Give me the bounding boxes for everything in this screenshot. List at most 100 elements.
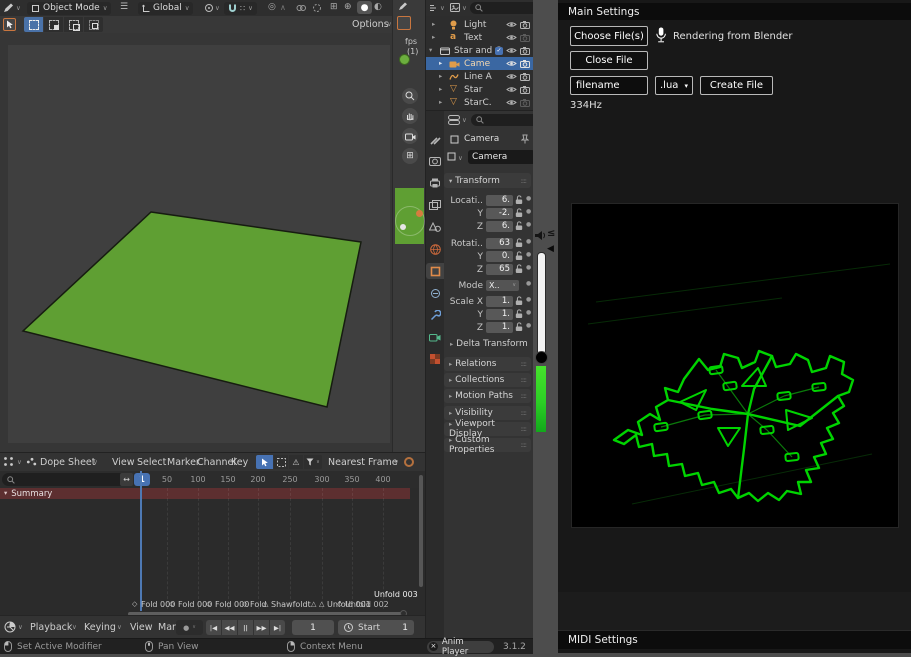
snap-mode-dropdown[interactable]: Nearest Frame	[328, 457, 398, 468]
animate-dot[interactable]: ●	[526, 309, 531, 316]
properties-search[interactable]	[471, 114, 534, 126]
snap-group[interactable]: ∷ ∨	[224, 2, 257, 15]
animate-dot[interactable]: ●	[526, 251, 531, 258]
properties-display-icon[interactable]	[448, 115, 460, 125]
only-selected-button[interactable]	[256, 455, 273, 469]
nav-gizmo[interactable]	[395, 206, 425, 236]
drag-handle[interactable]: ::::	[521, 177, 526, 185]
jump-end-button[interactable]: ▶|	[270, 620, 285, 635]
playhead[interactable]	[140, 471, 142, 611]
midi-settings-header[interactable]: MIDI Settings	[558, 630, 911, 649]
animate-dot[interactable]: ●	[526, 208, 531, 215]
lock-icon[interactable]	[515, 322, 523, 332]
outliner-row-line[interactable]: ▸ Line A	[426, 70, 534, 83]
proportional-edit-icon[interactable]: ◎	[268, 2, 276, 12]
value-field[interactable]: 0.	[486, 251, 513, 262]
marker-glyph[interactable]: ◇	[242, 601, 247, 608]
value-field[interactable]: 1.	[486, 322, 513, 333]
menu-key[interactable]: Key	[231, 457, 248, 468]
menu-select[interactable]: Select	[137, 457, 166, 468]
expand-channels-button[interactable]: ↔	[120, 473, 133, 486]
start-frame-field[interactable]: Start 1	[338, 620, 414, 635]
expand-icon[interactable]: ▸	[432, 21, 435, 28]
eye-icon[interactable]	[506, 99, 517, 106]
tab-texture[interactable]	[426, 351, 444, 367]
move-view-hand-icon[interactable]	[402, 108, 418, 124]
value-field[interactable]: 6.	[486, 221, 513, 232]
animate-dot[interactable]: ●	[526, 322, 531, 329]
lock-icon[interactable]	[515, 251, 523, 261]
outliner-row-camera-selected[interactable]: ▸ Came	[426, 57, 534, 70]
timeline-ruler[interactable]: ↔ 1 50 100 150 200 250 300 350 400	[0, 471, 425, 488]
outliner-row-light[interactable]: ▸ Light	[426, 18, 534, 31]
select-subtract-button[interactable]	[64, 17, 83, 32]
object-type-icon[interactable]	[447, 152, 456, 161]
collapse-icon[interactable]: ▾	[429, 47, 432, 54]
camera-render-icon[interactable]	[520, 99, 530, 107]
eye-icon[interactable]	[506, 86, 517, 93]
outliner-display-icon[interactable]	[429, 4, 439, 12]
marker-glyph[interactable]: ◇	[337, 601, 342, 608]
section-viewport-display[interactable]: ▸ Viewport Display::::	[444, 422, 531, 436]
camera-render-icon[interactable]	[520, 86, 530, 94]
outliner-row-text[interactable]: ▸ a Text	[426, 31, 534, 44]
select-box-button[interactable]	[24, 17, 43, 32]
strip-tool-box[interactable]	[397, 16, 411, 30]
lock-icon[interactable]	[515, 264, 523, 274]
current-frame-badge[interactable]: 1	[134, 473, 150, 486]
lock-icon[interactable]	[515, 309, 523, 319]
editor-type-icon[interactable]	[3, 456, 15, 467]
eye-icon[interactable]	[506, 73, 517, 80]
mode-dropdown-field[interactable]: X.. ∨	[486, 280, 519, 291]
value-field[interactable]: 6.	[486, 195, 513, 206]
anim-player-badge[interactable]: × Anim Player	[427, 641, 494, 653]
extension-dropdown[interactable]: .lua ▾	[655, 76, 693, 95]
tab-render[interactable]	[426, 153, 444, 169]
camera-render-icon[interactable]	[520, 60, 530, 68]
pivot-point-icon[interactable]	[204, 3, 214, 13]
chevron-down-icon[interactable]: ∨	[16, 5, 21, 12]
keying-menu[interactable]: Keying	[84, 622, 116, 633]
delta-transform-toggle[interactable]: ▸ Delta Transform	[450, 339, 528, 349]
close-file-button[interactable]: Close File	[570, 51, 648, 70]
pause-button[interactable]: ||	[238, 620, 253, 635]
v-scrollbar[interactable]	[419, 475, 423, 587]
drag-handle[interactable]: ::::	[521, 441, 526, 449]
shading-material-icon[interactable]: ●	[357, 1, 372, 14]
tab-output[interactable]	[426, 175, 444, 191]
create-file-button[interactable]: Create File	[700, 76, 773, 95]
expand-icon[interactable]: ▸	[439, 86, 442, 93]
drag-handle[interactable]: ::::	[521, 392, 526, 400]
eye-icon[interactable]	[506, 47, 517, 54]
choose-files-button[interactable]: Choose File(s)	[570, 26, 648, 46]
ground-plane[interactable]	[0, 33, 392, 452]
shading-solid-icon[interactable]: ⊕	[344, 2, 352, 12]
value-field[interactable]: 65	[486, 264, 513, 275]
playback-menu[interactable]: Playback	[30, 622, 72, 633]
axis-y-gizmo[interactable]	[399, 54, 410, 65]
editor-mode-dropdown[interactable]: Dope Sheet	[40, 457, 96, 468]
annotate-icon[interactable]	[296, 3, 306, 13]
section-relations[interactable]: ▸ Relations::::	[444, 357, 531, 371]
section-motion-paths[interactable]: ▸ Motion Paths::::	[444, 389, 531, 403]
shading-wireframe-icon[interactable]: ⊞	[330, 2, 338, 12]
active-tool-tweak-icon[interactable]	[3, 18, 16, 31]
main-settings-header[interactable]: Main Settings	[558, 3, 911, 20]
animate-dot[interactable]: ●	[526, 195, 531, 202]
overlays-icon[interactable]	[312, 3, 322, 13]
eye-icon[interactable]	[506, 34, 517, 41]
select-intersect-button[interactable]	[84, 17, 103, 32]
strip-editor-icon[interactable]	[398, 2, 408, 11]
outliner-row-collection[interactable]: ▾ Star and C ✓	[426, 44, 534, 57]
camera-render-icon[interactable]	[520, 47, 530, 55]
next-keyframe-button[interactable]: ▶▶	[254, 620, 269, 635]
expand-icon[interactable]: ▸	[439, 60, 442, 67]
errors-button[interactable]: ⚠	[289, 455, 303, 469]
volume-slider-knob[interactable]	[535, 351, 548, 364]
object-name-field[interactable]: Camera	[468, 150, 534, 164]
proportional-ring-icon[interactable]	[404, 457, 414, 467]
prev-keyframe-button[interactable]: ◀◀	[222, 620, 237, 635]
hamburger-icon[interactable]: ☰	[120, 2, 128, 12]
pin-icon[interactable]	[521, 134, 529, 144]
ortho-grid-icon[interactable]: ⊞	[402, 148, 418, 164]
